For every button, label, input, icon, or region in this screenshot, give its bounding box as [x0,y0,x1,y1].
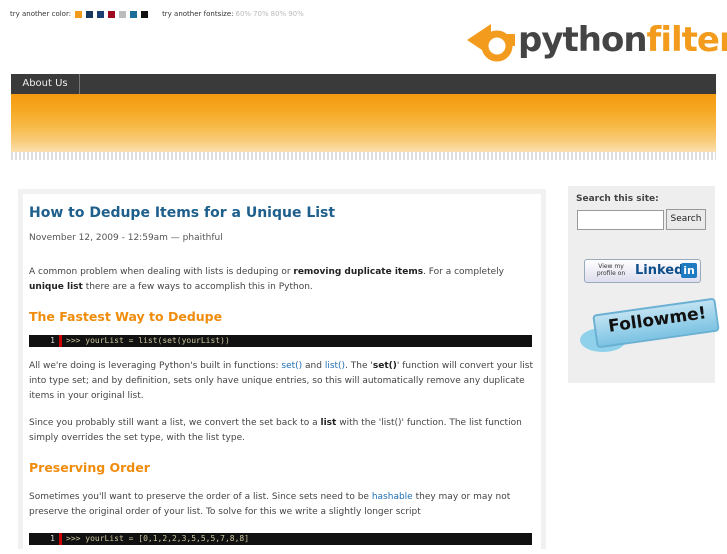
fontsize-70[interactable]: 70% [253,10,269,18]
link-hashable[interactable]: hashable [372,492,413,502]
p2-and: and [302,361,325,371]
linkedin-profile-badge[interactable]: View my profile on Linked in [584,259,701,283]
banner-divider [11,152,716,160]
intro-bold-1: removing duplicate items [293,267,424,277]
linkedin-brand-text: Linked [635,263,684,278]
post-meta: November 12, 2009 - 12:59am — phaithful [29,233,223,243]
link-list[interactable]: list() [325,361,345,371]
nav-item-about-us[interactable]: About Us [11,74,80,94]
search-button[interactable]: Search [666,209,706,230]
code-line: >>> yourList = [0,1,2,2,3,5,5,5,7,8,8] [66,534,250,543]
post-paragraph-2: All we're doing is leveraging Python's b… [29,359,541,404]
logo-mark-icon [467,24,515,62]
logo-text-filter: filter [646,20,727,60]
code-line-number: 1 [29,533,62,545]
color-swatch-red[interactable] [108,10,116,18]
link-set[interactable]: set() [281,361,302,371]
color-swatch-navy[interactable] [86,10,94,18]
header-banner [11,94,716,152]
post-paragraph-3: Since you probably still want a list, we… [29,416,541,446]
logo-text-python: python [518,20,648,60]
color-swatch-blue[interactable] [97,10,105,18]
fontsize-90[interactable]: 90% [288,10,304,18]
fontsize-80[interactable]: 80% [271,10,287,18]
p2-text-2: . The ' [345,361,373,371]
color-swatch-black[interactable] [141,10,149,18]
fontsize-60[interactable]: 60% [236,10,252,18]
p3-bold: list [320,418,337,428]
twitter-follow-badge[interactable]: Followme! [578,297,720,356]
intro-text-3: there are a few ways to accomplish this … [82,282,313,292]
linkedin-in-icon: in [681,263,697,278]
color-swatch-gray[interactable] [119,10,127,18]
site-logo[interactable]: pythonfilter [463,18,727,68]
p2-text: All we're doing is leveraging Python's b… [29,361,282,371]
style-switcher: try another color: try another fontsize:… [10,10,304,18]
code-line: >>> yourList = list(set(yourList)) [66,336,230,345]
p2-bold: set() [372,361,397,371]
post-title[interactable]: How to Dedupe Items for a Unique List [29,205,335,221]
search-label: Search this site: [576,194,659,204]
intro-text: A common problem when dealing with lists… [29,267,294,277]
color-swatch-orange[interactable] [75,10,83,18]
section-heading-preserving: Preserving Order [29,460,150,475]
main-nav: About Us [11,74,716,94]
linkedin-view-text: View my profile on [596,263,626,277]
intro-text-2: . For a completely [423,267,504,277]
p3-text: Since you probably still want a list, we… [29,418,321,428]
intro-bold-2: unique list [29,282,83,292]
post-intro: A common problem when dealing with lists… [29,265,541,295]
section-heading-fastest: The Fastest Way to Dedupe [29,309,223,324]
search-input[interactable] [577,210,664,230]
color-swatch-teal[interactable] [130,10,138,18]
post-paragraph-4: Sometimes you'll want to preserve the or… [29,490,541,520]
code-block-2: 1 >>> yourList = [0,1,2,2,3,5,5,5,7,8,8] [29,533,532,545]
color-label: try another color: [10,10,72,18]
fontsize-label: try another fontsize: [162,10,234,18]
code-block-1: 1 >>> yourList = list(set(yourList)) [29,335,532,347]
code-line-number: 1 [29,335,62,347]
p4-text: Sometimes you'll want to preserve the or… [29,492,372,502]
